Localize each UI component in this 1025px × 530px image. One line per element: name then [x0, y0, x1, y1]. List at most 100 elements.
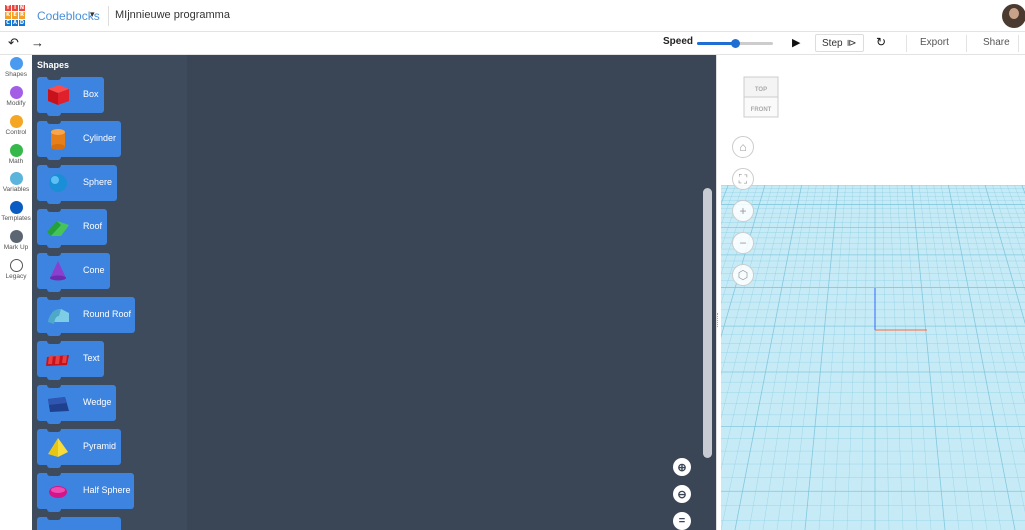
- block-next[interactable]: [37, 516, 121, 530]
- top-bar: T I N K E R C A D Codeblocks ▾ MIjnnieuw…: [0, 0, 1025, 32]
- block-notch: [47, 164, 61, 168]
- zoom-in-icon[interactable]: +: [732, 200, 754, 222]
- export-button[interactable]: Export: [920, 37, 949, 48]
- project-name-field[interactable]: MIjnnieuwe programma: [108, 6, 236, 26]
- cube-top-label: TOP: [755, 87, 767, 93]
- block-notch: [47, 428, 61, 432]
- category-math[interactable]: Math: [0, 144, 32, 165]
- category-modify[interactable]: Modify: [0, 86, 32, 107]
- category-mark-up[interactable]: Mark Up: [0, 230, 32, 251]
- roof-icon: [47, 221, 69, 236]
- workspace-scrollbar[interactable]: [703, 188, 712, 458]
- block-tab: [47, 332, 61, 336]
- block-notch: [47, 76, 61, 80]
- cone-icon: [50, 261, 66, 281]
- sphere-icon: [49, 174, 67, 192]
- zoom-out-icon[interactable]: −: [732, 232, 754, 254]
- tinkercad-logo[interactable]: T I N K E R C A D: [5, 5, 25, 26]
- block-roof[interactable]: Roof: [37, 208, 107, 248]
- block-text[interactable]: Text: [37, 340, 104, 380]
- wedge-icon: [48, 397, 69, 412]
- speed-slider[interactable]: [697, 39, 773, 48]
- logo-letter: C: [5, 19, 11, 26]
- category-dot: [9, 172, 23, 185]
- category-label: Modify: [6, 100, 26, 107]
- play-icon[interactable]: ▶: [792, 36, 800, 49]
- toolbar-divider: [966, 35, 967, 52]
- block-label: Sphere: [83, 177, 113, 187]
- blocks-flyout: Shapes Box Cylinder Sphere Roof Cone Rou…: [32, 55, 187, 530]
- block-label: Cone: [83, 265, 105, 275]
- block-label: Round Roof: [83, 309, 132, 319]
- zoom-in-icon[interactable]: ⊕: [673, 458, 691, 476]
- category-control[interactable]: Control: [0, 115, 32, 136]
- category-templates[interactable]: Templates: [0, 201, 32, 222]
- codeblocks-editor: T I N K E R C A D Codeblocks ▾ MIjnnieuw…: [0, 0, 1025, 530]
- category-dot: [9, 57, 23, 70]
- view-cube-icon[interactable]: TOP FRONT: [739, 67, 783, 119]
- fit-icon[interactable]: ⛶: [732, 168, 754, 190]
- block-notch: [47, 296, 61, 300]
- block-tab: [47, 420, 61, 424]
- block-pyramid[interactable]: Pyramid: [37, 428, 121, 468]
- category-dot: [9, 115, 23, 128]
- text-shape-icon: [46, 355, 69, 366]
- chevron-down-icon[interactable]: ▾: [90, 9, 95, 20]
- pyramid-icon: [48, 438, 68, 457]
- block-round-roof[interactable]: Round Roof: [37, 296, 135, 336]
- category-variables[interactable]: Variables: [0, 172, 32, 193]
- category-dot: [9, 144, 23, 157]
- resize-handle[interactable]: [717, 313, 720, 327]
- block-label: Wedge: [83, 397, 112, 407]
- logo-letter: R: [19, 12, 25, 19]
- reset-icon[interactable]: ↻: [876, 35, 886, 49]
- undo-icon[interactable]: ↶: [8, 35, 19, 51]
- view-cube-icon[interactable]: ⬡: [732, 264, 754, 286]
- block-notch: [47, 516, 61, 520]
- logo-letter: D: [19, 19, 25, 26]
- avatar[interactable]: [1002, 4, 1025, 28]
- category-dot: [9, 86, 23, 99]
- speed-slider-fill: [697, 42, 735, 45]
- zoom-out-icon[interactable]: ⊖: [673, 485, 691, 503]
- speed-label: Speed: [663, 36, 694, 47]
- block-label: Roof: [83, 221, 103, 231]
- round-roof-icon: [48, 309, 69, 324]
- block-cylinder[interactable]: Cylinder: [37, 120, 121, 160]
- code-workspace[interactable]: ⊕ ⊖ =: [187, 55, 716, 530]
- flyout-title: Shapes: [37, 60, 70, 70]
- block-notch: [47, 120, 61, 124]
- category-dot: [9, 259, 23, 272]
- block-notch: [47, 252, 61, 256]
- workplane-grid: [721, 185, 1025, 530]
- block-label: Half Sphere: [83, 485, 131, 495]
- block-half-sphere[interactable]: Half Sphere: [37, 472, 134, 512]
- category-legacy[interactable]: Legacy: [0, 259, 32, 280]
- logo-letter: T: [5, 5, 11, 12]
- zoom-reset-icon[interactable]: =: [673, 512, 691, 530]
- logo-letter: I: [12, 5, 18, 12]
- category-sidebar: Shapes Modify Control Math Variables Tem…: [0, 55, 32, 530]
- block-notch: [47, 340, 61, 344]
- block-label: Box: [83, 89, 99, 99]
- block-notch: [47, 208, 61, 212]
- block-box[interactable]: Box: [37, 76, 104, 116]
- category-shapes[interactable]: Shapes: [0, 57, 32, 78]
- block-label: Pyramid: [83, 441, 117, 451]
- share-button[interactable]: Share: [983, 37, 1010, 48]
- category-label: Mark Up: [3, 244, 29, 251]
- step-button[interactable]: Step ⧐: [815, 34, 864, 52]
- block-label: Text: [83, 353, 100, 363]
- 3d-viewer[interactable]: TOP FRONT ⌂ ⛶ + − ⬡: [716, 55, 1025, 530]
- block-cone[interactable]: Cone: [37, 252, 110, 292]
- home-icon[interactable]: ⌂: [732, 136, 754, 158]
- category-label: Variables: [2, 186, 30, 193]
- redo-icon[interactable]: →: [31, 35, 44, 50]
- category-label: Control: [5, 129, 27, 136]
- logo-letter: A: [12, 19, 18, 26]
- block-tab: [47, 244, 61, 248]
- block-wedge[interactable]: Wedge: [37, 384, 116, 424]
- speed-slider-knob[interactable]: [731, 39, 740, 48]
- category-label: Math: [8, 158, 24, 165]
- block-sphere[interactable]: Sphere: [37, 164, 117, 204]
